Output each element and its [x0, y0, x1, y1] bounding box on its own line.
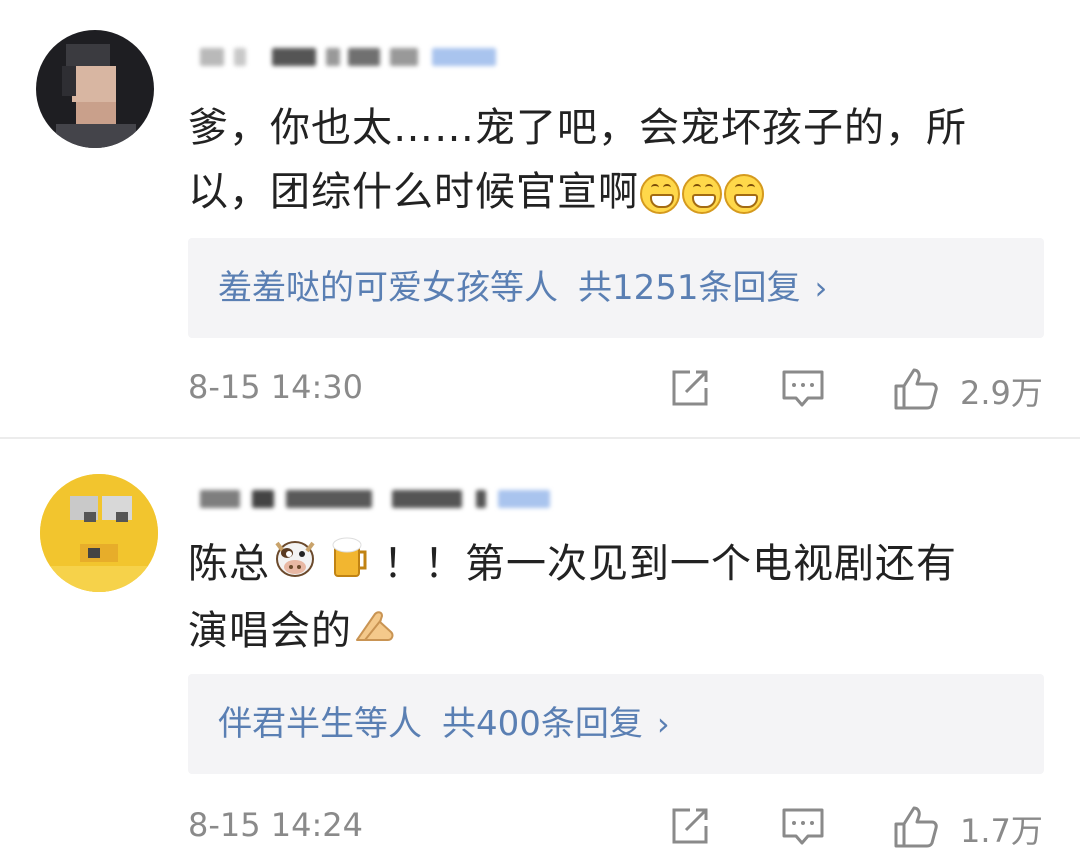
avatar-pixel [72, 66, 116, 102]
comment-icon [782, 808, 824, 845]
username-redacted[interactable] [200, 482, 550, 512]
replies-names: 羞羞哒的可爱女孩等人 [218, 268, 558, 308]
avatar-pixel [62, 66, 76, 96]
comment-item: 爹，你也太……宠了吧，会宠坏孩子的，所 以，团综什么时候官宣啊 羞羞哒的可爱女孩… [0, 0, 1080, 438]
timestamp: 8-15 14:30 [188, 368, 364, 406]
folded-hands-emoji [353, 601, 397, 665]
comment-body: 陈总 ！！第一次见到一个电视剧还有 演唱会的 [188, 532, 1038, 665]
comment-text-line: 演唱会的 [188, 599, 1038, 665]
replies-link[interactable]: 羞羞哒的可爱女孩等人 共1251条回复 › [218, 266, 827, 310]
avatar[interactable] [36, 30, 154, 148]
like-count: 2.9万 [960, 374, 1043, 412]
grin-emoji [724, 174, 764, 214]
comment-footer: 8-15 14:24 1.7万 [188, 800, 1048, 856]
share-button[interactable] [668, 804, 712, 852]
comment-icon [782, 370, 824, 407]
timestamp: 8-15 14:24 [188, 806, 364, 844]
comment-text-line: 爹，你也太……宠了吧，会宠坏孩子的，所 [188, 105, 967, 151]
reply-button[interactable] [780, 366, 826, 414]
beer-emoji [330, 534, 370, 599]
like-button[interactable] [892, 804, 940, 854]
comment-item: 陈总 ！！第一次见到一个电视剧还有 演唱会的 伴君半生等人 共400条回复 › 8-1… [0, 438, 1080, 867]
avatar-pixel [116, 512, 128, 522]
comment-body: 爹，你也太……宠了吧，会宠坏孩子的，所 以，团综什么时候官宣啊 [188, 96, 1038, 224]
replies-names: 伴君半生等人 [218, 704, 422, 744]
grin-emoji [640, 174, 680, 214]
comment-text-line: 以，团综什么时候官宣啊 [188, 160, 1038, 224]
comment-text-line: 陈总 ！！第一次见到一个电视剧还有 [188, 532, 1038, 599]
replies-count: 共1251条回复 [578, 268, 801, 308]
avatar-pixel [88, 548, 100, 558]
share-icon [672, 370, 708, 406]
avatar-pixel [66, 44, 110, 66]
comment-text: 陈总 [188, 541, 270, 587]
comment-footer: 8-15 14:30 2.9万 [188, 362, 1048, 418]
comment-text: 演唱会的 [188, 607, 352, 654]
reply-button[interactable] [780, 804, 826, 852]
avatar-pixel [56, 124, 136, 148]
username-redacted[interactable] [200, 40, 500, 70]
share-icon [672, 808, 708, 844]
replies-count: 共400条回复 [442, 704, 643, 744]
comment-text: 以，团综什么时候官宣啊 [188, 169, 639, 215]
like-icon [894, 806, 938, 848]
like-count: 1.7万 [960, 812, 1043, 850]
replies-preview[interactable]: 伴君半生等人 共400条回复 › [188, 674, 1044, 774]
share-button[interactable] [668, 366, 712, 414]
avatar-pixel [84, 512, 96, 522]
chevron-right-icon: › [656, 705, 670, 743]
grin-emoji [682, 174, 722, 214]
chevron-right-icon: › [814, 269, 828, 307]
replies-preview[interactable]: 羞羞哒的可爱女孩等人 共1251条回复 › [188, 238, 1044, 338]
replies-link[interactable]: 伴君半生等人 共400条回复 › [218, 702, 670, 746]
cow-emoji [271, 534, 319, 598]
avatar-pixel [76, 102, 116, 126]
comment-text: ！！第一次见到一个电视剧还有 [383, 541, 957, 587]
like-button[interactable] [892, 366, 940, 416]
avatar[interactable] [40, 474, 158, 592]
avatar-pixel [40, 566, 158, 592]
like-icon [894, 368, 938, 410]
